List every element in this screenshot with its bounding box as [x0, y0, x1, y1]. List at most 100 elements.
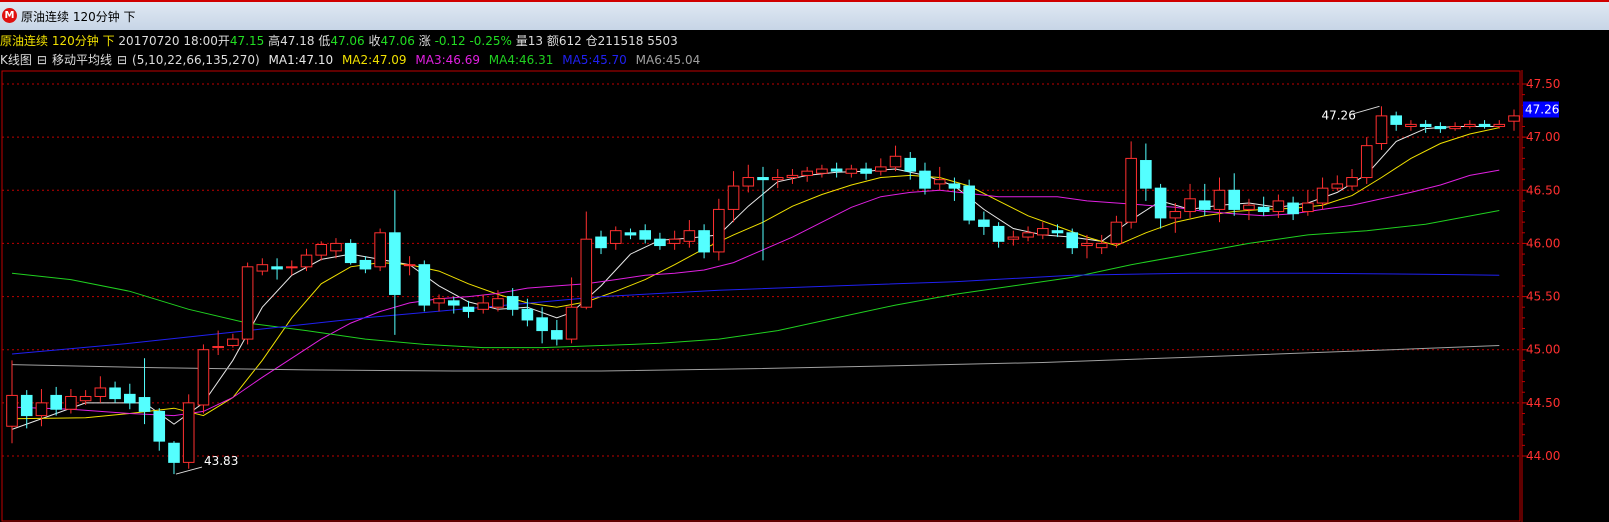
- candle-body: [948, 183, 961, 189]
- candle-body: [20, 394, 33, 417]
- candle-body: [138, 397, 151, 412]
- candle-body: [1360, 145, 1373, 179]
- candle-body: [492, 298, 504, 308]
- y-tick-label: 46.50: [1526, 183, 1560, 197]
- candle-body: [1095, 242, 1108, 249]
- candle-body: [1081, 242, 1093, 247]
- candle-body: [1478, 123, 1491, 128]
- candle-body: [1464, 123, 1476, 128]
- candle-body: [256, 264, 269, 272]
- candle-body: [1375, 115, 1388, 145]
- y-tick-label: 47.50: [1526, 77, 1560, 91]
- candle-body: [1331, 183, 1344, 189]
- last-price-label: 47.26: [1525, 103, 1559, 117]
- ma5-readout: MA5:45.70: [562, 53, 627, 67]
- candle-body: [654, 238, 666, 247]
- candle-body: [6, 394, 18, 427]
- direction-flag: 下: [102, 34, 115, 48]
- candle-body: [727, 185, 740, 210]
- amount-label: 额: [546, 34, 559, 48]
- candle-body: [565, 306, 578, 340]
- candle-body: [713, 208, 725, 253]
- candle-body: [94, 387, 107, 397]
- candle-body: [816, 168, 828, 174]
- ma1-line: [11, 126, 1500, 430]
- kline-menu[interactable]: K线图: [0, 53, 32, 67]
- candle-body: [698, 230, 710, 253]
- candle-body: [595, 236, 607, 249]
- candle-body: [978, 219, 990, 227]
- candle-body: [1316, 187, 1329, 204]
- candle-body: [403, 264, 416, 267]
- candle-body: [1051, 230, 1064, 234]
- candle-body: [1198, 200, 1211, 210]
- candle-body: [860, 168, 872, 174]
- candle-body: [1493, 123, 1506, 128]
- candle-body: [875, 166, 887, 172]
- candlestick-chart[interactable]: 47.50 47.00 46.50 46.00 45.50 45.00 44.50 44.00…: [0, 70, 1609, 522]
- candle-body: [1169, 211, 1182, 219]
- candle-body: [65, 395, 77, 410]
- low-label: 低: [318, 34, 331, 48]
- open-value: 47.15: [229, 34, 265, 48]
- window-title: 原油连续 120分钟 下: [21, 10, 136, 24]
- candle-body: [786, 174, 799, 179]
- candle-body: [153, 410, 166, 442]
- candle-body: [1243, 204, 1255, 210]
- candle-body: [639, 230, 651, 240]
- candle-body: [801, 170, 813, 176]
- candle-body: [1434, 126, 1447, 130]
- param-expand-icon[interactable]: ⊟: [117, 53, 127, 67]
- high-label: 高: [268, 34, 281, 48]
- candle-body: [771, 177, 784, 181]
- candle-body: [1287, 202, 1299, 215]
- y-tick-label: 45.00: [1526, 343, 1560, 357]
- candle-body: [359, 259, 372, 270]
- indicator-bar: K线图 ⊟ 移动平均线 ⊟ (5,10,22,66,135,270) MA1:47.10…: [0, 52, 1609, 69]
- candle-body: [212, 346, 224, 349]
- candle-body: [1022, 232, 1034, 238]
- candle-body: [668, 238, 681, 244]
- candle-body: [1036, 228, 1049, 236]
- extra-value: 5503: [647, 34, 678, 48]
- candle-body: [624, 232, 637, 236]
- window-titlebar: M 原油连续 120分钟 下: [0, 0, 1609, 30]
- candle-body: [1405, 123, 1417, 128]
- y-tick-label: 44.50: [1526, 396, 1560, 410]
- candle-body: [418, 264, 431, 306]
- candle-body: [35, 402, 48, 417]
- candle-body: [197, 349, 210, 406]
- candle-body: [1419, 123, 1432, 128]
- ma2-readout: MA2:47.09: [341, 53, 407, 67]
- ma4-line: [11, 210, 1500, 349]
- candle-body: [374, 232, 386, 268]
- volume-label: 量: [515, 34, 528, 48]
- candle-body: [344, 242, 357, 264]
- candle-body: [580, 238, 593, 308]
- indicator-name[interactable]: 移动平均线: [52, 53, 112, 67]
- candle-body: [933, 179, 946, 185]
- y-tick-label: 46.00: [1526, 236, 1560, 250]
- candle-body: [830, 168, 843, 172]
- candle-body: [1508, 115, 1520, 122]
- candle-body: [889, 155, 902, 168]
- candle-body: [1154, 187, 1167, 219]
- ma1-readout: MA1:47.10: [268, 53, 334, 67]
- candle-body: [1346, 177, 1358, 187]
- candle-body: [992, 225, 1005, 242]
- candle-body: [300, 254, 313, 268]
- candle-body: [609, 230, 622, 244]
- candle-body: [1110, 221, 1123, 244]
- candle-body: [389, 232, 401, 295]
- candle-body: [271, 266, 283, 270]
- indicator-expand-icon[interactable]: ⊟: [37, 53, 47, 67]
- indicator-params: (5,10,22,66,135,270): [132, 53, 260, 67]
- ma6-readout: MA6:45.04: [635, 53, 701, 67]
- ma4-readout: MA4:46.31: [488, 53, 554, 67]
- bar-datetime: 20170720 18:00: [118, 34, 218, 48]
- candle-body: [963, 185, 975, 221]
- candle-body: [1213, 189, 1226, 210]
- candle-body: [683, 230, 696, 242]
- candle-body: [79, 395, 92, 402]
- candle-body: [447, 300, 460, 306]
